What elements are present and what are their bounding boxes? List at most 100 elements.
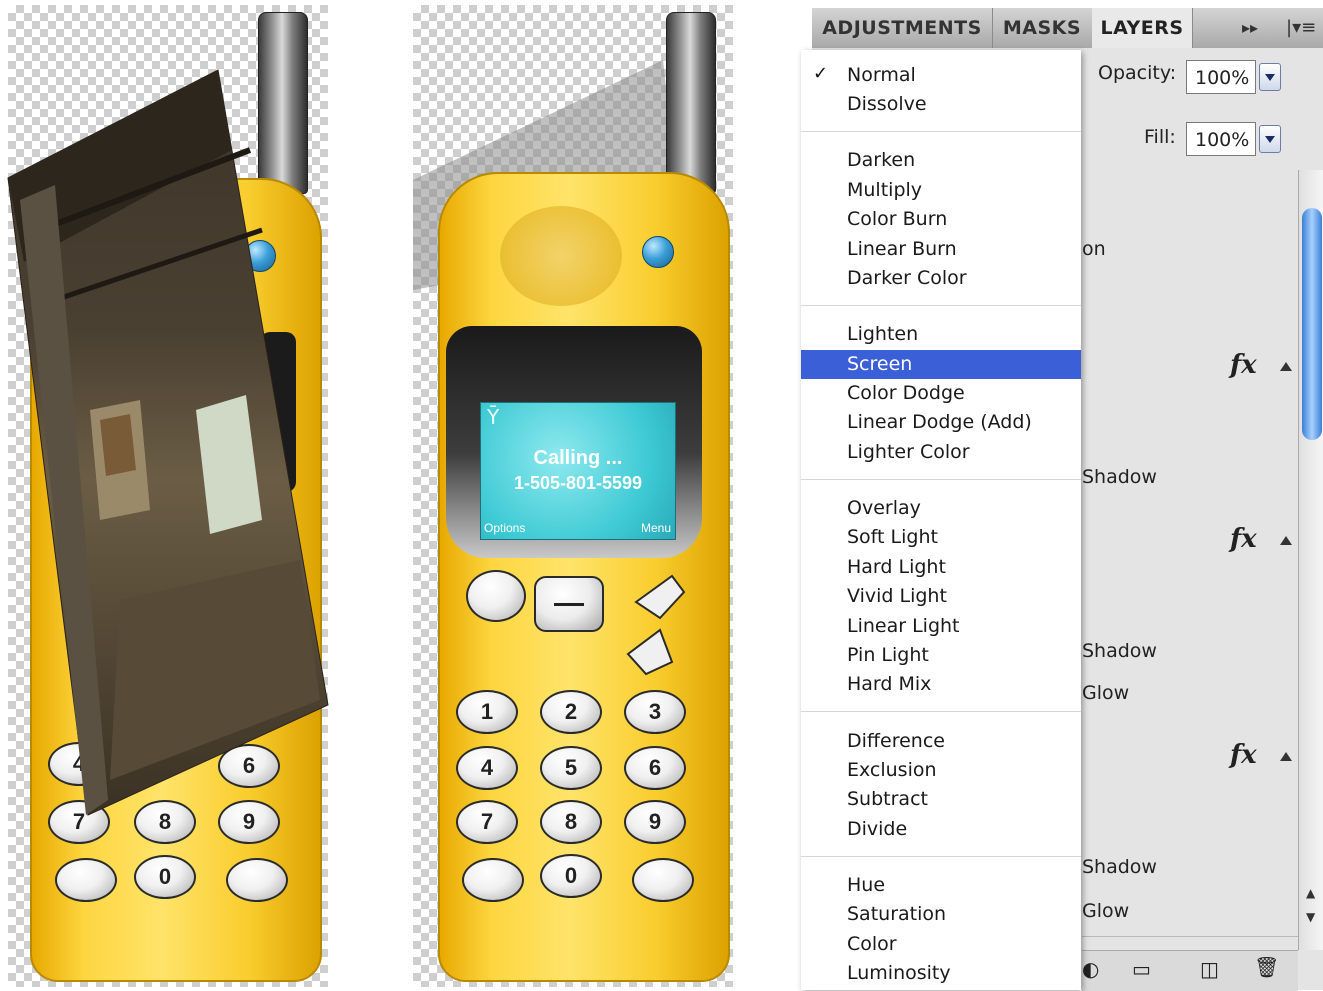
effect-name: Glow — [1082, 682, 1130, 704]
layer-name: on — [1082, 238, 1106, 260]
new-group-folder-icon[interactable]: ▭ — [1132, 957, 1151, 981]
blend-item-vivid-light[interactable]: Vivid Light — [801, 582, 1081, 611]
blend-item-pin-light[interactable]: Pin Light — [801, 641, 1081, 670]
tab-layers[interactable]: LAYERS — [1092, 8, 1193, 48]
effect-name: Shadow — [1082, 466, 1157, 488]
layer-effects-expand-icon[interactable] — [1280, 362, 1292, 371]
tab-adjustments[interactable]: ADJUSTMENTS — [812, 8, 993, 48]
effect-row[interactable]: Glow — [1082, 674, 1298, 719]
phone2-key-9[interactable]: 9 — [624, 800, 686, 844]
panel-bottom-toolbar: ◐ ▭ ◫ 🗑 — [1082, 950, 1298, 991]
blend-item-screen[interactable]: Screen — [801, 350, 1081, 379]
blend-item-hard-mix[interactable]: Hard Mix — [801, 670, 1081, 699]
phone2-clear-key[interactable] — [624, 626, 680, 678]
effect-row[interactable]: Shadow — [1082, 848, 1298, 893]
softkey-options-label: Options — [484, 521, 526, 535]
adjustment-layer-icon[interactable]: ◐ — [1082, 957, 1099, 981]
blend-item-linear-light[interactable]: Linear Light — [801, 612, 1081, 641]
signal-icon: Ȳ — [487, 405, 500, 429]
blend-item-darker-color[interactable]: Darker Color — [801, 264, 1081, 293]
effect-row[interactable]: Shadow — [1082, 456, 1298, 501]
phone2-key-4[interactable]: 4 — [456, 746, 518, 790]
tab-masks[interactable]: MASKS — [992, 8, 1093, 48]
blend-item-color[interactable]: Color — [801, 930, 1081, 959]
panel-tab-bar: ADJUSTMENTS MASKS LAYERS ▸▸ |▾≡ — [812, 8, 1323, 49]
phone2-key-hash[interactable] — [632, 858, 694, 902]
menu-divider — [801, 711, 1081, 712]
effect-name: Shadow — [1082, 640, 1157, 662]
blend-item-hue[interactable]: Hue — [801, 871, 1081, 900]
menu-divider — [801, 856, 1081, 857]
effect-row[interactable]: Shadow — [1082, 630, 1298, 675]
menu-divider — [801, 305, 1081, 306]
phone2-earpiece — [500, 206, 622, 306]
blend-item-color-burn[interactable]: Color Burn — [801, 205, 1081, 234]
fill-label: Fill: — [1144, 126, 1176, 148]
blend-item-lighter-color[interactable]: Lighter Color — [801, 438, 1081, 467]
panel-collapse-icon[interactable]: ▸▸ — [1242, 8, 1258, 48]
blend-item-divide[interactable]: Divide — [801, 815, 1081, 844]
blend-item-subtract[interactable]: Subtract — [801, 785, 1081, 814]
new-layer-icon[interactable]: ◫ — [1200, 957, 1219, 981]
call-number-text: 1-505-801-5599 — [513, 473, 643, 493]
phone2-key-5[interactable]: 5 — [540, 746, 602, 790]
rotated-room-photo — [7, 69, 329, 816]
phone2-key-1[interactable]: 1 — [456, 690, 518, 734]
fill-field[interactable]: 100% — [1186, 122, 1256, 156]
opacity-dropdown-icon[interactable] — [1259, 63, 1281, 91]
layer-effects-fx-icon[interactable]: fx — [1230, 740, 1257, 770]
effect-name: Shadow — [1082, 856, 1157, 878]
layer-row[interactable] — [1082, 276, 1298, 327]
layer-effects-fx-icon[interactable]: fx — [1230, 524, 1257, 554]
blend-item-color-dodge[interactable]: Color Dodge — [801, 379, 1081, 408]
menu-divider — [801, 131, 1081, 132]
phone2-key-7[interactable]: 7 — [456, 800, 518, 844]
layers-scrollbar[interactable]: ▲ ▼ — [1298, 170, 1323, 950]
scroll-up-arrow-icon[interactable]: ▲ — [1306, 886, 1315, 900]
softkey-menu-label: Menu — [640, 521, 671, 535]
menu-divider — [801, 479, 1081, 480]
panel-menu-icon[interactable]: |▾≡ — [1286, 8, 1316, 48]
blend-item-luminosity[interactable]: Luminosity — [801, 959, 1081, 988]
phone2-softkey-right[interactable] — [632, 572, 688, 622]
scrollbar-thumb[interactable] — [1302, 208, 1322, 440]
layer-effects-expand-icon[interactable] — [1280, 536, 1292, 545]
effect-row[interactable]: Glow — [1082, 892, 1298, 937]
opacity-field[interactable]: 100% — [1186, 60, 1256, 94]
phone2-display: Ȳ Calling ... 1-505-801-5599 Options Men… — [480, 402, 676, 540]
blend-item-normal[interactable]: Normal — [801, 61, 1081, 90]
blend-item-overlay[interactable]: Overlay — [801, 494, 1081, 523]
delete-layer-trash-icon[interactable]: 🗑 — [1254, 955, 1279, 979]
phone2-antenna — [666, 12, 716, 194]
blend-item-lighten[interactable]: Lighten — [801, 320, 1081, 349]
layer-row[interactable] — [1082, 176, 1298, 227]
phone2-key-0[interactable]: 0 — [540, 854, 602, 898]
blend-item-linear-dodge[interactable]: Linear Dodge (Add) — [801, 408, 1081, 437]
fill-dropdown-icon[interactable] — [1259, 125, 1281, 153]
phone2-key-3[interactable]: 3 — [624, 690, 686, 734]
scroll-down-arrow-icon[interactable]: ▼ — [1306, 910, 1315, 924]
phone2-navi-key[interactable] — [534, 576, 604, 632]
layer-row[interactable] — [1082, 326, 1298, 457]
phone2-key-2[interactable]: 2 — [540, 690, 602, 734]
layer-effects-fx-icon[interactable]: fx — [1230, 350, 1257, 380]
blend-item-saturation[interactable]: Saturation — [801, 900, 1081, 929]
blend-item-dissolve[interactable]: Dissolve — [801, 90, 1081, 119]
phone2-key-star[interactable] — [462, 858, 524, 902]
blend-item-darken[interactable]: Darken — [801, 146, 1081, 175]
phone2-softkey-left[interactable] — [466, 570, 526, 622]
blend-item-linear-burn[interactable]: Linear Burn — [801, 235, 1081, 264]
layer-row[interactable]: on — [1082, 226, 1298, 277]
opacity-label: Opacity: — [1098, 62, 1177, 84]
blend-item-difference[interactable]: Difference — [801, 727, 1081, 756]
phone2-key-8[interactable]: 8 — [540, 800, 602, 844]
phone2-key-6[interactable]: 6 — [624, 746, 686, 790]
layer-row[interactable] — [1082, 718, 1298, 849]
blend-item-soft-light[interactable]: Soft Light — [801, 523, 1081, 552]
layer-effects-expand-icon[interactable] — [1280, 752, 1292, 761]
blend-mode-menu: ✓ Normal Dissolve Darken Multiply Color … — [801, 50, 1081, 990]
blend-item-exclusion[interactable]: Exclusion — [801, 756, 1081, 785]
blend-item-multiply[interactable]: Multiply — [801, 176, 1081, 205]
layer-row[interactable] — [1082, 500, 1298, 631]
blend-item-hard-light[interactable]: Hard Light — [801, 553, 1081, 582]
